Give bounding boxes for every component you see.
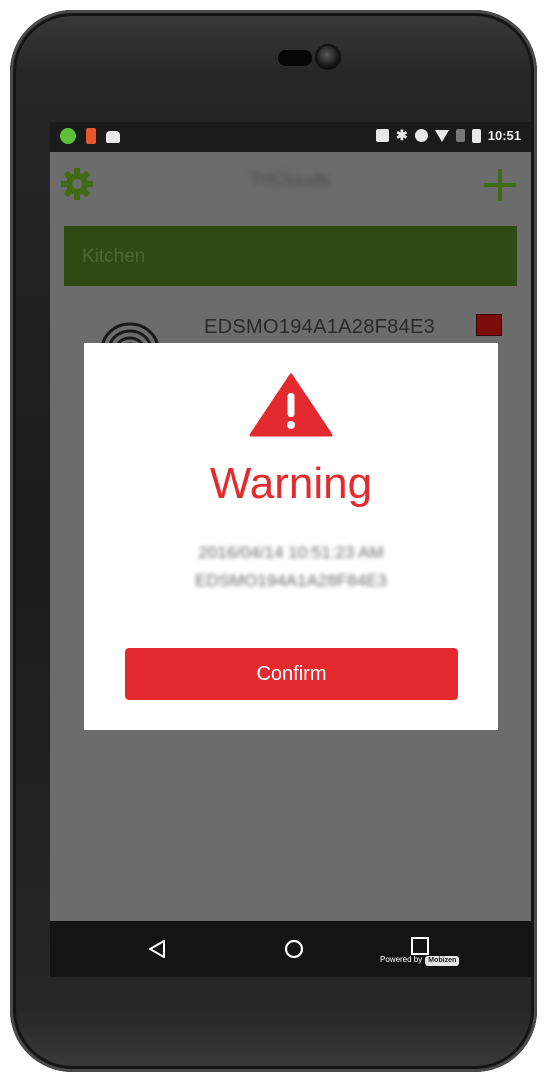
status-time: 10:51 bbox=[487, 128, 521, 143]
battery-icon bbox=[471, 128, 481, 143]
confirm-button[interactable]: Confirm bbox=[125, 648, 458, 700]
signal-icon bbox=[455, 129, 465, 142]
app-notification-icon bbox=[86, 128, 96, 144]
status-bar: ✱ 10:51 bbox=[50, 122, 531, 152]
room-label: Kitchen bbox=[82, 246, 146, 267]
gear-icon[interactable] bbox=[60, 167, 94, 201]
phone-frame: ✱ 10:51 TriClouds Kitchen EDSMO194A1A28F… bbox=[10, 10, 537, 1072]
dialog-title: Warning bbox=[209, 459, 373, 508]
earpiece bbox=[278, 50, 312, 66]
screen: ✱ 10:51 TriClouds Kitchen EDSMO194A1A28F… bbox=[50, 122, 531, 977]
wifi-icon bbox=[434, 129, 449, 142]
device-status-indicator bbox=[476, 314, 502, 336]
do-not-disturb-icon bbox=[414, 129, 428, 142]
dialog-timestamp: 2016/04/14 10:51:23 AM bbox=[198, 543, 384, 562]
warning-dialog: Warning 2016/04/14 10:51:23 AM EDSMO194A… bbox=[84, 343, 498, 730]
bluetooth-icon: ✱ bbox=[396, 127, 408, 143]
mobizen-logo: Mobizen bbox=[425, 956, 460, 966]
front-camera bbox=[317, 46, 339, 68]
home-icon[interactable] bbox=[283, 938, 305, 960]
navigation-bar: Powered by Mobizen bbox=[50, 921, 531, 977]
device-id-label: EDSMO194A1A28F84E3 bbox=[204, 316, 436, 338]
recent-apps-icon[interactable] bbox=[409, 936, 431, 956]
app-bar: TriClouds bbox=[50, 152, 531, 214]
status-bar-system: ✱ 10:51 bbox=[376, 127, 521, 144]
warning-triangle-icon bbox=[249, 373, 333, 437]
dialog-device-id: EDSMO194A1A28F84E3 bbox=[195, 571, 387, 590]
app-notification-icon bbox=[60, 128, 76, 144]
status-bar-notifications bbox=[60, 128, 120, 144]
app-title: TriClouds bbox=[249, 170, 331, 191]
back-icon[interactable] bbox=[147, 939, 167, 959]
powered-by-label: Powered by Mobizen bbox=[380, 955, 460, 966]
room-header-kitchen[interactable]: Kitchen bbox=[64, 226, 517, 286]
plus-icon[interactable] bbox=[482, 167, 518, 203]
nfc-icon bbox=[376, 129, 390, 142]
android-icon bbox=[106, 131, 120, 143]
dialog-message: 2016/04/14 10:51:23 AM EDSMO194A1A28F84E… bbox=[84, 539, 498, 595]
